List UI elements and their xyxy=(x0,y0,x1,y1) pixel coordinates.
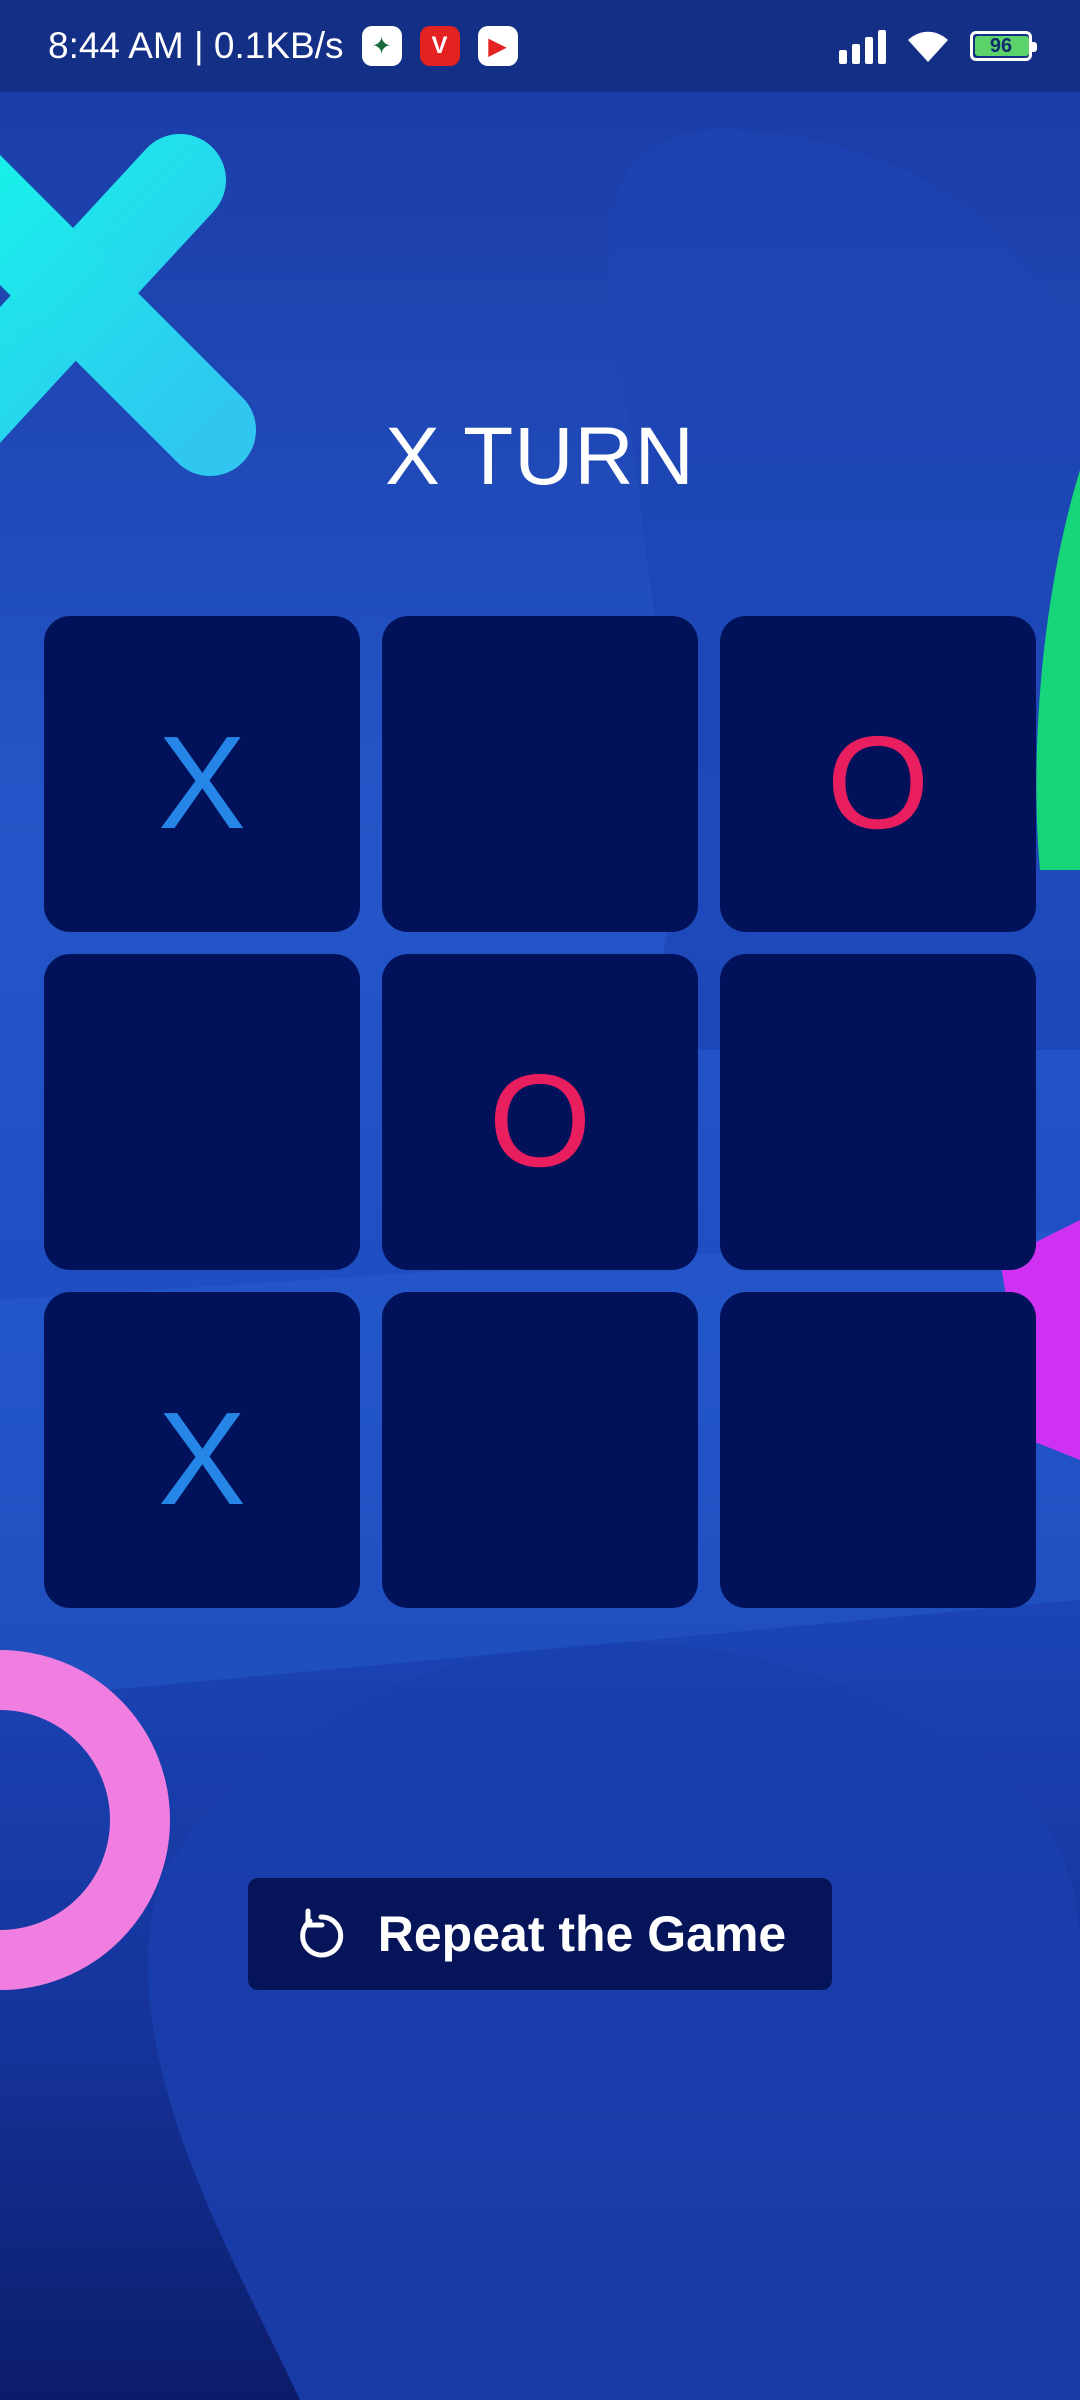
status-left: 8:44 AM | 0.1KB/s ✦ V ▶ xyxy=(48,25,518,67)
notification-app-icon: ✦ xyxy=(361,26,402,66)
game-board: X O O X xyxy=(44,616,1036,1608)
repeat-game-button[interactable]: Repeat the Game xyxy=(248,1878,832,1990)
board-cell-2[interactable] xyxy=(382,616,698,932)
board-cell-1[interactable]: X xyxy=(44,616,360,932)
status-time: 8:44 AM | 0.1KB/s xyxy=(48,25,344,66)
board-cell-9[interactable] xyxy=(720,1292,1036,1608)
signal-icon xyxy=(839,28,886,64)
refresh-icon xyxy=(299,1908,343,1958)
battery-level: 96 xyxy=(989,34,1013,57)
board-cell-7[interactable]: X xyxy=(44,1292,360,1608)
vidmate-app-icon: V xyxy=(419,26,460,66)
status-right: 96 xyxy=(839,28,1037,64)
repeat-game-label: Repeat the Game xyxy=(377,1906,787,1962)
decorative-o-shape xyxy=(0,1650,170,1990)
board-cell-6[interactable] xyxy=(720,954,1036,1270)
board-cell-3[interactable]: O xyxy=(720,616,1036,932)
battery-icon: 96 xyxy=(970,31,1037,61)
youtube-app-icon: ▶ xyxy=(477,26,518,66)
status-bar: 8:44 AM | 0.1KB/s ✦ V ▶ 96 xyxy=(0,0,1080,92)
board-cell-8[interactable] xyxy=(382,1292,698,1608)
decorative-x-shape xyxy=(0,134,256,476)
turn-indicator: X TURN xyxy=(385,411,695,502)
board-cell-4[interactable] xyxy=(44,954,360,1270)
wifi-icon xyxy=(908,31,948,62)
board-cell-5[interactable]: O xyxy=(382,954,698,1270)
